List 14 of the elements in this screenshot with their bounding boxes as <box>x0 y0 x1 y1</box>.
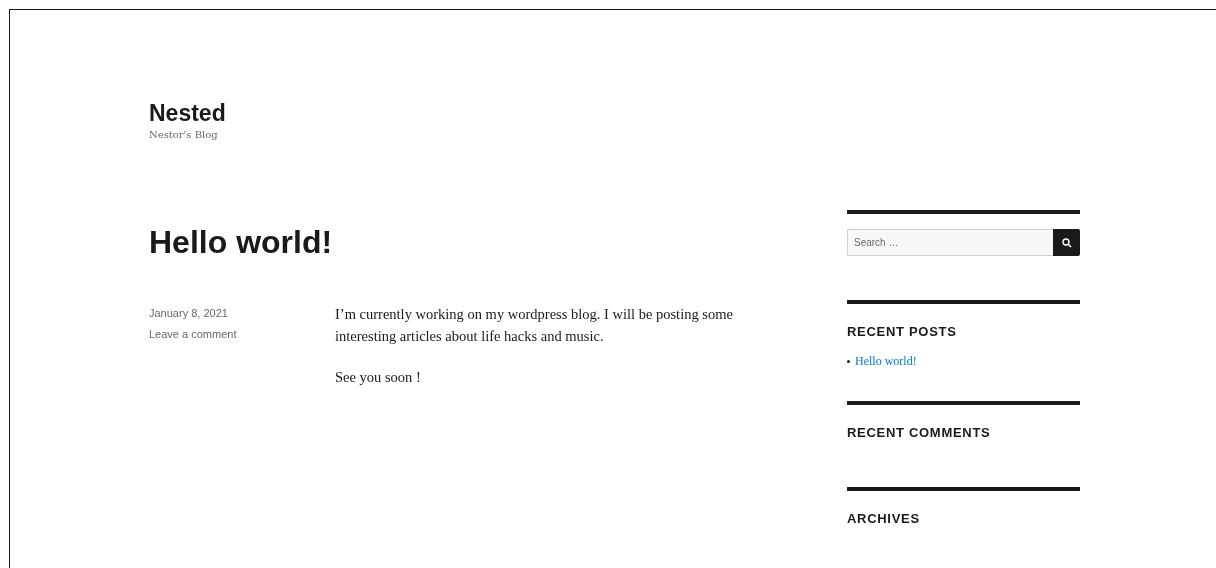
widget-title: RECENT POSTS <box>847 323 958 341</box>
post-title[interactable]: Hello world! <box>149 222 809 262</box>
post-link[interactable]: Hello world! <box>855 354 917 369</box>
site-tagline: Nestor's Blog <box>149 129 219 140</box>
site-title[interactable]: Nested <box>149 99 1216 127</box>
widget-title: ARCHIVES <box>847 510 921 528</box>
post-paragraph: See you soon ! <box>335 368 422 387</box>
post-date[interactable]: January 8, 2021 <box>149 306 335 321</box>
search-icon <box>1061 237 1072 248</box>
search-field[interactable]: Search … <box>847 229 1053 256</box>
post-paragraph: I’m currently working on my wordpress blog. I will be posting some interesting articles about life hacks and music. <box>335 305 734 346</box>
comment-link[interactable]: Leave a comment <box>149 327 335 342</box>
widget-title: RECENT COMMENTS <box>847 424 992 442</box>
search-button[interactable] <box>1053 229 1080 256</box>
